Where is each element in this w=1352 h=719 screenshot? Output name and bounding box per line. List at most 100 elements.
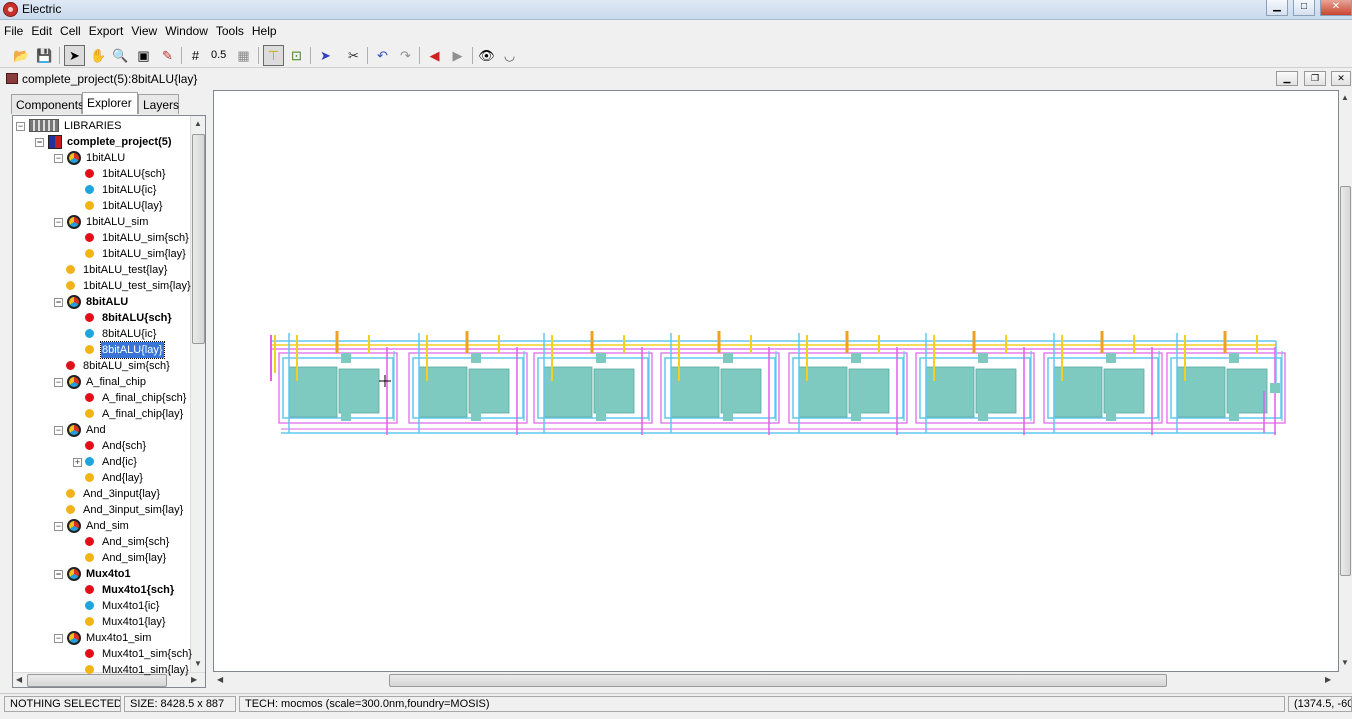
minimize-icon[interactable]: ▁ <box>1266 0 1288 16</box>
canvas-scroll-left-icon[interactable]: ◀ <box>217 675 223 684</box>
zoom-icon[interactable]: 🔍 <box>110 45 131 66</box>
canvas-scroll-up-icon[interactable]: ▲ <box>1341 93 1349 102</box>
tree-item-label: 8bitALU_sim{sch} <box>83 360 170 372</box>
select-object-icon[interactable]: ➤ <box>315 45 336 66</box>
tree-item-label: 1bitALU_sim{sch} <box>102 232 189 244</box>
layout-canvas[interactable] <box>213 90 1339 672</box>
pan-hand-icon[interactable]: ✋ <box>88 45 109 66</box>
schematic-dot <box>85 649 94 658</box>
layout-dot <box>66 489 75 498</box>
layout-dot <box>85 201 94 210</box>
canvas-scroll-right-icon[interactable]: ▶ <box>1325 675 1331 684</box>
collapse-icon[interactable]: − <box>54 298 63 307</box>
save-icon[interactable]: 💾 <box>34 45 55 66</box>
forward-arrow-icon[interactable]: ▶ <box>447 45 468 66</box>
tree-vertical-scrollbar[interactable]: ▲ ▼ <box>190 116 205 672</box>
select-cursor-icon[interactable]: ➤ <box>64 45 85 66</box>
show-cursor-icon[interactable]: ⊤ <box>263 45 284 66</box>
menu-bar: File Edit Cell Export View Window Tools Help <box>0 22 1352 42</box>
collapse-icon[interactable]: − <box>54 522 63 531</box>
grid-align-icon[interactable]: ▦ <box>233 45 254 66</box>
open-library-icon[interactable]: 📂 <box>11 45 32 66</box>
tree-vscroll-thumb[interactable] <box>192 134 205 344</box>
layout-drawing[interactable] <box>214 91 1338 671</box>
tree-item-label: And{lay} <box>102 472 143 484</box>
menu-export[interactable]: Export <box>85 22 128 38</box>
menu-view[interactable]: View <box>127 22 161 38</box>
doc-close-icon[interactable]: ✕ <box>1331 71 1351 86</box>
document-title: complete_project(5):8bitALU{lay} <box>22 72 198 86</box>
tree-item-label: Mux4to1{sch} <box>102 584 175 596</box>
tree-item-label: And_sim <box>86 520 129 532</box>
special-select-icon[interactable]: ⊡ <box>286 45 307 66</box>
tree-item-label: A_final_chip{lay} <box>102 408 184 420</box>
scroll-down-icon[interactable]: ▼ <box>194 659 202 668</box>
tree-item-label: Mux4to1_sim <box>86 632 152 644</box>
menu-help[interactable]: Help <box>248 22 281 38</box>
canvas-vertical-scrollbar[interactable]: ▲ ▼ <box>1339 90 1352 672</box>
collapse-icon[interactable]: − <box>35 138 44 147</box>
menu-edit[interactable]: Edit <box>27 22 56 38</box>
outline-edit-icon[interactable]: ▣ <box>133 45 154 66</box>
collapse-icon[interactable]: − <box>54 154 63 163</box>
toolbar: 📂 💾 ➤ ✋ 🔍 ▣ ✎ # 0.5 ▦ ⊤ ⊡ ➤ ✂ ↶ ↷ ◀ ▶ 👁 … <box>0 43 1352 68</box>
collapse-icon[interactable]: − <box>54 426 63 435</box>
scroll-up-icon[interactable]: ▲ <box>194 119 202 128</box>
canvas-horizontal-scrollbar[interactable]: ◀ ▶ <box>213 673 1339 688</box>
layout-dot <box>66 265 75 274</box>
doc-restore-icon[interactable]: ❐ <box>1304 71 1326 86</box>
tab-explorer[interactable]: Explorer <box>82 92 138 114</box>
grid-icon[interactable]: # <box>185 45 206 66</box>
collapse-icon[interactable]: − <box>54 570 63 579</box>
cell-group-icon <box>67 423 81 437</box>
menu-window[interactable]: Window <box>161 22 212 38</box>
collapse-icon[interactable]: − <box>54 634 63 643</box>
eye-icon[interactable]: 👁 <box>476 45 497 66</box>
eye-closed-icon[interactable]: ◡ <box>499 45 520 66</box>
via-contact <box>1106 353 1116 363</box>
scroll-right-icon[interactable]: ▶ <box>191 675 197 684</box>
tree-item-label: 1bitALU <box>86 152 126 164</box>
canvas-hscroll-thumb[interactable] <box>389 674 1167 687</box>
expand-icon[interactable]: + <box>73 458 82 467</box>
menu-cell[interactable]: Cell <box>56 22 85 38</box>
tree-item-label: complete_project(5) <box>67 136 172 148</box>
tree-item-label: Mux4to1 <box>86 568 131 580</box>
measure-icon[interactable]: ✎ <box>157 45 178 66</box>
schematic-dot <box>85 169 94 178</box>
tab-components[interactable]: Components <box>11 94 84 114</box>
size-status: SIZE: 8428.5 x 887 <box>124 696 236 712</box>
scroll-left-icon[interactable]: ◀ <box>16 675 22 684</box>
close-icon[interactable]: ✕ <box>1320 0 1352 16</box>
cell-window-icon <box>6 73 18 84</box>
via-contact <box>978 353 988 363</box>
tree-item-label: 1bitALU{sch} <box>102 168 166 180</box>
canvas-scroll-down-icon[interactable]: ▼ <box>1341 658 1349 667</box>
tree-item-label: LIBRARIES <box>64 120 122 132</box>
grid-value[interactable]: 0.5 <box>211 49 226 61</box>
tree-item-label: A_final_chip{sch} <box>102 392 187 404</box>
layout-dot <box>66 281 75 290</box>
layout-dot <box>66 505 75 514</box>
metal-block <box>468 368 510 414</box>
tree-item-label: And_sim{lay} <box>102 552 167 564</box>
collapse-icon[interactable]: − <box>54 218 63 227</box>
metal-block <box>720 368 762 414</box>
via-contact <box>341 411 351 421</box>
maximize-icon[interactable]: □ <box>1293 0 1315 16</box>
library-tree[interactable]: ▲ ▼ ◀ ▶ − LIBRARIES − complete_project(5) −1… <box>12 115 206 688</box>
window-title: Electric <box>22 2 62 16</box>
layout-dot <box>85 553 94 562</box>
canvas-vscroll-thumb[interactable] <box>1340 186 1351 576</box>
via-contact <box>1229 411 1239 421</box>
doc-minimize-icon[interactable]: ▁ <box>1276 71 1298 86</box>
menu-tools[interactable]: Tools <box>212 22 248 38</box>
collapse-icon[interactable]: − <box>16 122 25 131</box>
back-arrow-icon[interactable]: ◀ <box>424 45 445 66</box>
tab-layers[interactable]: Layers <box>138 94 179 114</box>
undo-icon[interactable]: ↶ <box>372 45 393 66</box>
menu-file[interactable]: File <box>0 22 27 38</box>
collapse-icon[interactable]: − <box>54 378 63 387</box>
redo-icon[interactable]: ↷ <box>395 45 416 66</box>
tools-scissors-icon[interactable]: ✂ <box>343 45 364 66</box>
